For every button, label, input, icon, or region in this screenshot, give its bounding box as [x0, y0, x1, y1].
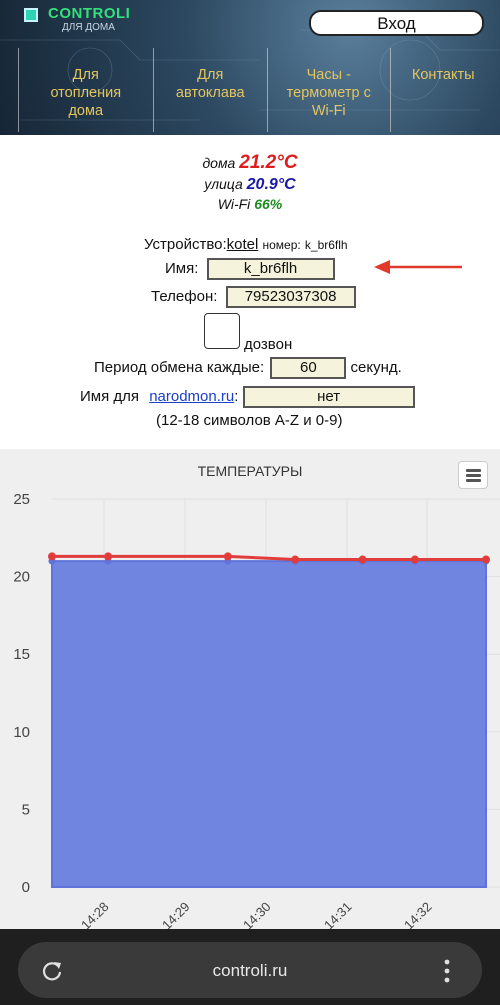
narodmon-colon: : — [234, 387, 239, 405]
series-point-red — [482, 555, 490, 564]
x-tick-label: 14:30 — [240, 899, 274, 929]
callback-label: дозвон — [244, 336, 293, 353]
y-tick-label: 5 — [22, 801, 30, 818]
series-area-blue — [51, 560, 487, 888]
period-unit: секунд. — [350, 358, 402, 376]
street-label: улица — [204, 176, 243, 192]
period-row: Период обмена каждые: 60 секунд. — [94, 357, 402, 379]
series-point-red — [223, 552, 232, 561]
name-input[interactable]: k_br6flh — [206, 258, 335, 280]
name-field-label: Имя: — [165, 259, 199, 277]
home-temp-value: 21.2°C — [239, 152, 298, 173]
narodmon-link[interactable]: narodmon.ru — [149, 388, 234, 405]
series-point-red — [410, 555, 419, 564]
nav-item-clock[interactable]: Часы - термометр с Wi-Fi — [267, 48, 390, 132]
nav-item-autoclave[interactable]: Для автоклава — [152, 48, 268, 132]
x-tick-label: 14:31 — [321, 899, 355, 929]
device-row: Устройство:kotel номер: k_br6flh — [144, 236, 348, 253]
chart-plot: 0 5 10 15 20 25 14:28 14:29 14:30 14:31 14:32 — [13, 491, 500, 929]
phone-label: Телефон: — [151, 287, 218, 305]
y-tick-label: 0 — [22, 879, 30, 896]
url-text: controli.ru — [212, 961, 288, 980]
sensor-readings: дома 21.2°C улица 20.9°C Wi-Fi 66% — [0, 152, 500, 213]
x-tick-label: 14:32 — [401, 899, 435, 929]
browser-bottom-bar: controli.ru — [0, 929, 500, 1005]
login-button[interactable]: Вход — [309, 10, 484, 36]
device-name: kotel — [226, 236, 259, 253]
callback-checkbox[interactable] — [204, 313, 240, 349]
y-tick-label: 20 — [13, 569, 30, 586]
main-nav: Для отопления дома Для автоклава Часы - … — [18, 48, 500, 132]
logo-text: CONTROLI — [48, 5, 131, 22]
y-tick-label: 25 — [13, 491, 30, 508]
phone-input[interactable]: 79523037308 — [225, 286, 356, 308]
temperature-chart: ТЕМПЕРАТУРЫ 0 5 10 15 20 25 14:28 14:29 14:30 14:… — [0, 449, 500, 929]
narodmon-row: Имя для narodmon.ru: нет — [80, 386, 415, 408]
narodmon-prefix: Имя для — [80, 387, 140, 405]
wifi-value: 66% — [254, 196, 283, 212]
series-point-red — [104, 552, 113, 561]
device-number-label: номер: — [262, 238, 301, 252]
x-tick-label: 14:29 — [159, 899, 193, 929]
nav-item-heating[interactable]: Для отопления дома — [18, 48, 153, 132]
wifi-line: Wi-Fi 66% — [0, 195, 500, 213]
wifi-label: Wi-Fi — [217, 196, 251, 212]
x-tick-label: 14:28 — [78, 899, 112, 929]
series-line-red — [52, 554, 486, 562]
nav-item-contacts[interactable]: Контакты — [389, 48, 500, 132]
logo-subtitle: ДЛЯ ДОМА — [62, 22, 115, 33]
series-point-red — [48, 552, 56, 561]
address-bar[interactable]: controli.ru — [18, 942, 482, 998]
series-point-red — [291, 555, 300, 564]
narodmon-input[interactable]: нет — [242, 386, 415, 408]
annotation-arrow-icon — [374, 260, 462, 274]
period-label: Период обмена каждые: — [94, 358, 265, 376]
narodmon-hint: (12-18 символов A-Z и 0-9) — [156, 412, 343, 429]
home-label: дома — [202, 155, 236, 171]
device-label: Устройство: — [144, 236, 227, 253]
y-tick-label: 10 — [13, 724, 30, 741]
period-input[interactable]: 60 — [270, 357, 347, 379]
name-row: Имя: k_br6flh — [165, 258, 335, 280]
y-tick-label: 15 — [13, 646, 30, 663]
more-options-icon[interactable] — [442, 958, 452, 984]
phone-row: Телефон: 79523037308 — [151, 286, 356, 308]
street-temp-line: улица 20.9°C — [0, 174, 500, 195]
device-number: k_br6flh — [304, 238, 348, 252]
logo-icon — [24, 8, 38, 22]
site-header: CONTROLI ДЛЯ ДОМА Вход Для отопления дом… — [0, 0, 500, 135]
series-point-red — [358, 555, 367, 564]
street-temp-value: 20.9°C — [246, 176, 296, 193]
home-temp-line: дома 21.2°C — [0, 152, 500, 174]
